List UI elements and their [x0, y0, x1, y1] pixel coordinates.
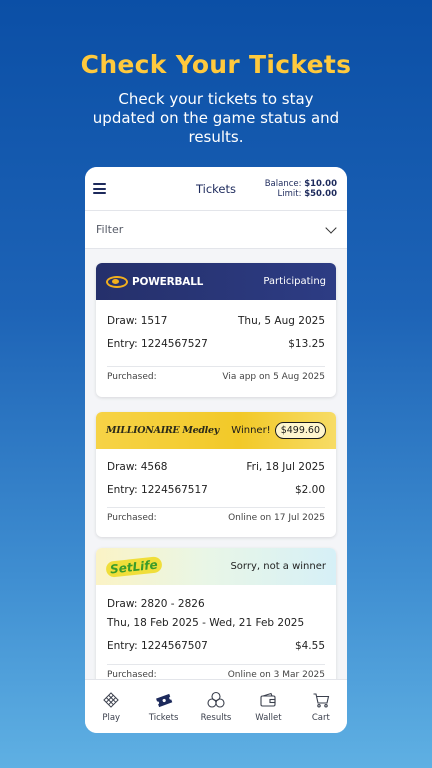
entry-row: Entry: 1224567517 $2.00 — [107, 481, 325, 499]
nav-label: Cart — [311, 712, 330, 723]
bottom-nav: Play Tickets Results Wallet Cart — [85, 679, 347, 733]
ticket-card-header: MILLIONAIRE Medley Winner! $499.60 — [96, 412, 336, 449]
wallet-icon — [259, 691, 277, 709]
ticket-icon — [155, 691, 173, 709]
purchased-row: Purchased: Via app on 5 Aug 2025 — [107, 372, 325, 382]
divider — [107, 507, 325, 508]
set-for-life-logo: SetLife — [105, 555, 163, 578]
phone-screen: Tickets Balance: $10.00 Limit: $50.00 Fi… — [85, 167, 347, 733]
nav-item-wallet[interactable]: Wallet — [242, 680, 294, 733]
balance-label: Balance: — [264, 178, 302, 189]
limit-value: $50.00 — [304, 188, 337, 199]
draw-date: Thu, 18 Feb 2025 - Wed, 21 Feb 2025 — [107, 617, 305, 629]
nav-item-results[interactable]: Results — [190, 680, 242, 733]
hero-title: Check Your Tickets — [80, 50, 352, 79]
nav-label: Wallet — [255, 712, 282, 723]
draw-date-row: Thu, 18 Feb 2025 - Wed, 21 Feb 2025 — [107, 615, 325, 631]
ticket-status: Winner! — [231, 425, 271, 436]
powerball-logo: POWERBALL — [106, 275, 203, 288]
purchased-row: Purchased: Online on 17 Jul 2025 — [107, 513, 325, 523]
ticket-card-set-for-life[interactable]: SetLife Sorry, not a winner Draw: 2820 -… — [96, 548, 336, 688]
draw-row: Draw: 1517 Thu, 5 Aug 2025 — [107, 312, 325, 330]
nav-label: Tickets — [148, 712, 179, 723]
entry-row: Entry: 1224567527 $13.25 — [107, 335, 325, 353]
purchased-label: Purchased: — [107, 372, 157, 382]
purchased-value: Via app on 5 Aug 2025 — [222, 372, 325, 382]
filter-dropdown[interactable]: Filter — [85, 211, 347, 249]
ticket-amount: $2.00 — [294, 484, 325, 496]
filter-label: Filter — [96, 223, 124, 236]
prize-badge: $499.60 — [274, 422, 326, 439]
millionaire-medley-logo: MILLIONAIRE Medley — [106, 425, 219, 436]
play-grid-icon — [102, 691, 120, 709]
nav-item-play[interactable]: Play — [85, 680, 137, 733]
draw-number: Draw: 4568 — [107, 461, 168, 473]
purchased-label: Purchased: — [107, 513, 157, 523]
divider — [107, 366, 325, 367]
draw-date: Fri, 18 Jul 2025 — [246, 461, 325, 473]
entry-number: Entry: 1224567517 — [107, 484, 208, 496]
entry-row: Entry: 1224567507 $4.55 — [107, 638, 325, 654]
entry-number: Entry: 1224567507 — [107, 640, 208, 652]
chevron-down-icon — [325, 221, 337, 234]
cart-icon — [312, 691, 330, 709]
entry-number: Entry: 1224567527 — [107, 338, 208, 350]
draw-number: Draw: 2820 - 2826 — [107, 598, 205, 610]
purchased-value: Online on 17 Jul 2025 — [228, 513, 325, 523]
draw-date: Thu, 5 Aug 2025 — [238, 315, 325, 327]
ticket-amount: $13.25 — [288, 338, 325, 350]
balance-info: Balance: $10.00 Limit: $50.00 — [265, 179, 337, 199]
limit-label: Limit: — [277, 188, 302, 199]
ticket-status: Participating — [263, 276, 326, 287]
draw-number: Draw: 1517 — [107, 315, 168, 327]
ticket-card-millionaire-medley[interactable]: MILLIONAIRE Medley Winner! $499.60 Draw:… — [96, 412, 336, 537]
app-header: Tickets Balance: $10.00 Limit: $50.00 — [85, 167, 347, 211]
draw-row: Draw: 2820 - 2826 — [107, 596, 325, 612]
ticket-amount: $4.55 — [294, 640, 325, 652]
nav-label: Results — [200, 712, 232, 723]
draw-row: Draw: 4568 Fri, 18 Jul 2025 — [107, 458, 325, 476]
nav-label: Play — [102, 712, 121, 723]
balance-value: $10.00 — [304, 178, 337, 189]
menu-icon[interactable] — [93, 183, 106, 194]
ticket-card-header: POWERBALL Participating — [96, 263, 336, 300]
divider — [107, 664, 325, 665]
nav-item-tickets[interactable]: Tickets — [137, 680, 189, 733]
powerball-ball-icon — [106, 275, 128, 288]
ticket-card-powerball[interactable]: POWERBALL Participating Draw: 1517 Thu, … — [96, 263, 336, 397]
hero-subtitle: Check your tickets to stay updated on th… — [92, 90, 340, 146]
results-balls-icon — [207, 691, 225, 709]
ticket-card-header: SetLife Sorry, not a winner — [96, 548, 336, 585]
nav-item-cart[interactable]: Cart — [295, 680, 347, 733]
ticket-status: Sorry, not a winner — [230, 561, 326, 572]
